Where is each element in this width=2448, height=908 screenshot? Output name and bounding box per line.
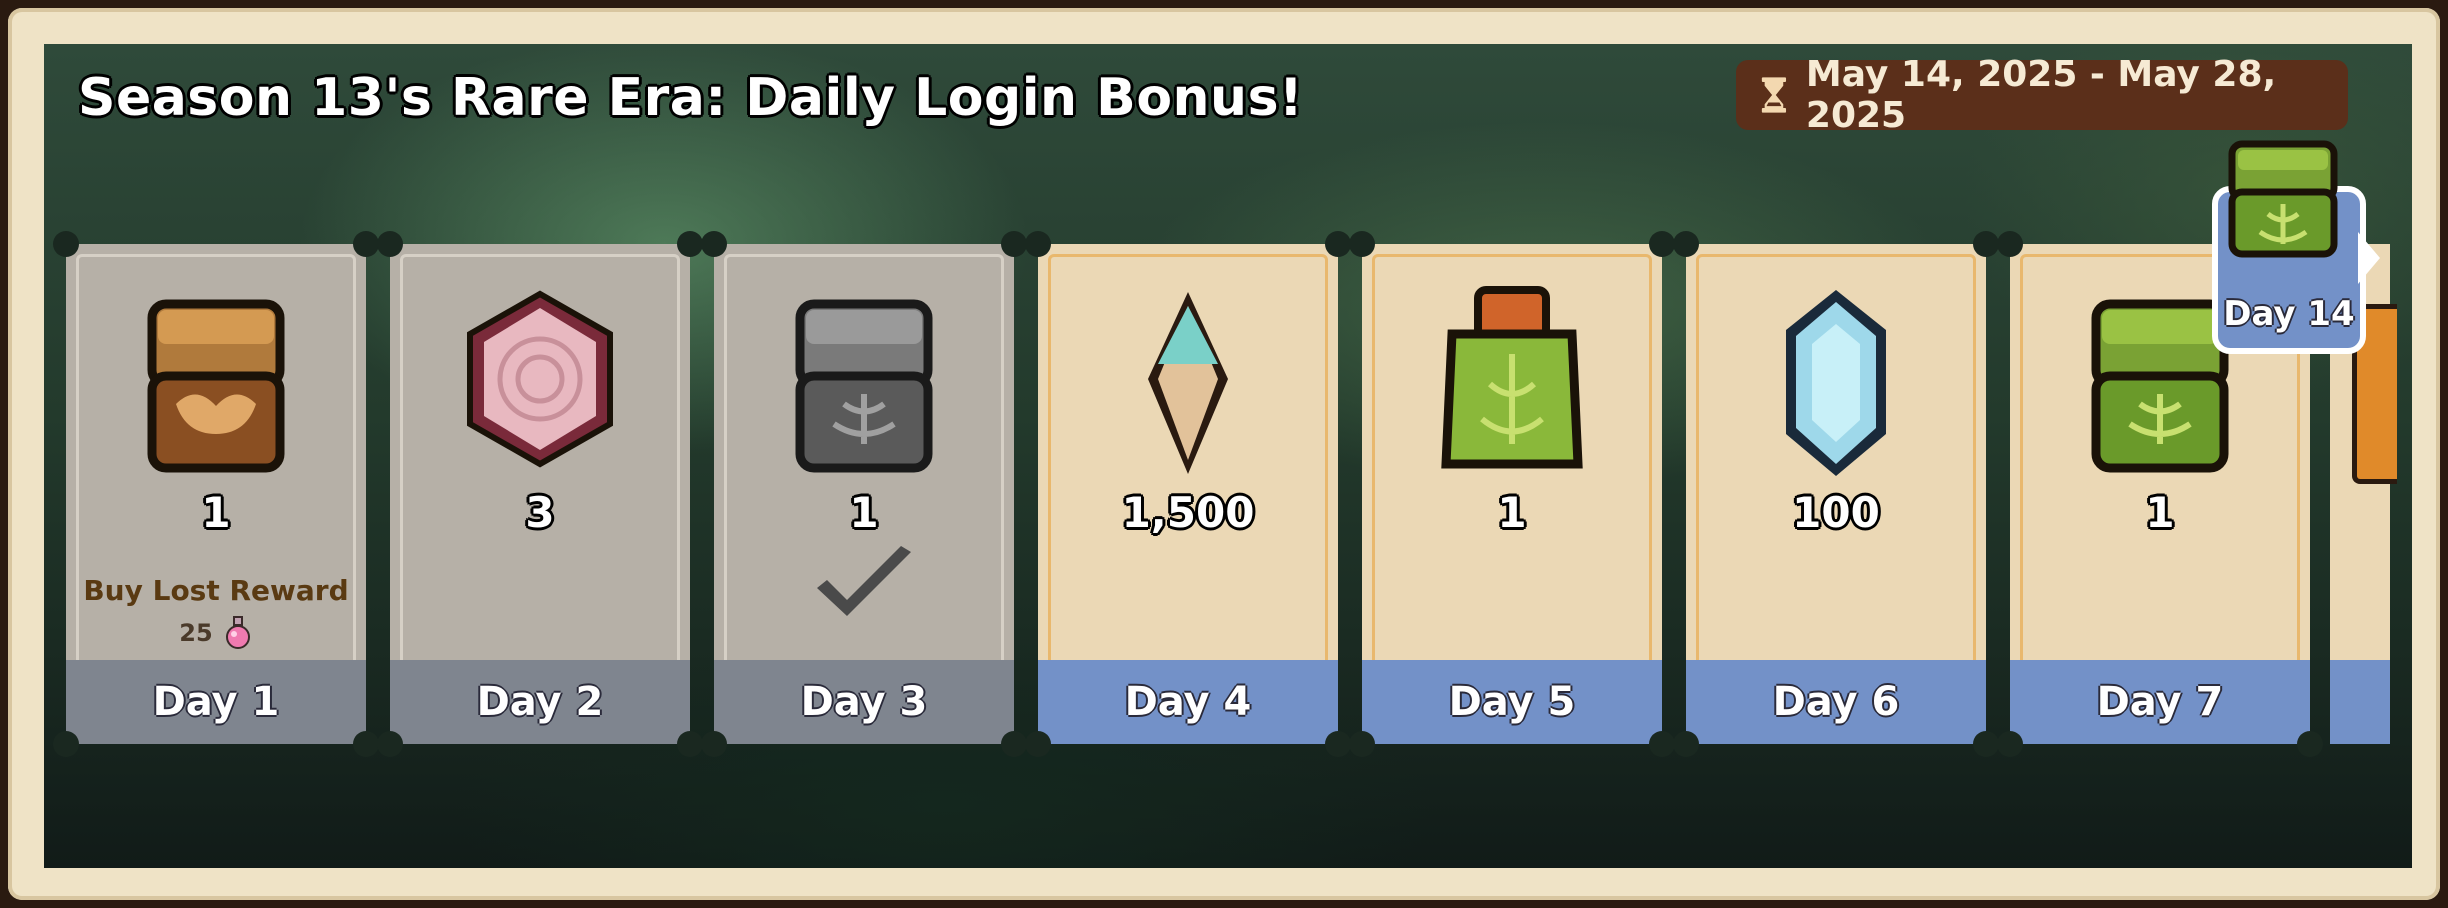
day-label: Day 5	[1362, 660, 1662, 744]
final-reward-pointer	[2358, 232, 2380, 284]
reward-quantity: 1,500	[1121, 488, 1255, 537]
day-label: Day 6	[1686, 660, 1986, 744]
card-notch	[1673, 731, 1699, 757]
card-notch	[1025, 231, 1051, 257]
card-notch	[1325, 731, 1351, 757]
page-title: Season 13's Rare Era: Daily Login Bonus!	[78, 68, 1304, 128]
pink-hexagon-gem-icon	[467, 290, 613, 468]
card-notch	[1349, 731, 1375, 757]
card-notch	[1649, 731, 1675, 757]
day-card-6[interactable]: 100 Day 6	[1673, 231, 1999, 757]
checkmark-icon	[817, 546, 911, 616]
reward-quantity: 1	[849, 488, 879, 537]
card-notch	[1001, 731, 1027, 757]
day-label: Day 3	[714, 660, 1014, 744]
card-notch	[701, 731, 727, 757]
card-notch	[353, 731, 379, 757]
day-label: Day 1	[66, 660, 366, 744]
card-notch	[1997, 231, 2023, 257]
hourglass-icon	[1761, 77, 1787, 113]
green-pouch-icon	[1441, 286, 1583, 469]
card-notch	[2297, 731, 2323, 757]
buy-lost-reward-cost: 25	[66, 616, 366, 650]
stone-chest-icon	[795, 299, 933, 473]
day-card-5[interactable]: 1 Day 5	[1349, 231, 1675, 757]
day-card-3[interactable]: 1 Day 3	[701, 231, 1027, 757]
card-notch	[353, 231, 379, 257]
reward-quantity: 100	[1792, 488, 1880, 537]
card-notch	[1673, 231, 1699, 257]
day-label: Day 7	[2010, 660, 2310, 744]
card-notch	[1025, 731, 1051, 757]
card-notch	[701, 231, 727, 257]
card-notch	[1973, 231, 1999, 257]
crystal-shard-icon	[1148, 292, 1228, 474]
cost-amount: 25	[179, 619, 213, 647]
pink-potion-icon	[225, 616, 250, 649]
green-chest-icon	[2228, 140, 2338, 258]
card-notch	[1325, 231, 1351, 257]
buy-lost-reward-button[interactable]: Buy Lost Reward	[66, 574, 366, 607]
card-notch	[53, 731, 79, 757]
reward-quantity: 1	[1497, 488, 1527, 537]
day-card-4[interactable]: 1,500 Day 4	[1025, 231, 1351, 757]
reward-quantity: 1	[2145, 488, 2175, 537]
day-label: Day 4	[1038, 660, 1338, 744]
card-notch	[677, 231, 703, 257]
card-notch	[677, 731, 703, 757]
wooden-chest-icon	[147, 299, 285, 473]
blue-gem-icon	[1786, 290, 1886, 476]
card-notch	[53, 231, 79, 257]
day-label: Day 2	[390, 660, 690, 744]
event-date-range: May 14, 2025 - May 28, 2025	[1736, 54, 2348, 136]
card-notch	[377, 231, 403, 257]
day-card-1[interactable]: 1 Buy Lost Reward 25 Day 1	[53, 231, 379, 757]
card-notch	[1649, 231, 1675, 257]
card-notch	[1973, 731, 1999, 757]
day-card-2[interactable]: 3 Day 2	[377, 231, 703, 757]
card-notch	[1997, 731, 2023, 757]
final-reward-label: Day 14	[2223, 294, 2355, 334]
card-notch	[1001, 231, 1027, 257]
card-notch	[1349, 231, 1375, 257]
reward-quantity: 1	[201, 488, 231, 537]
date-range-text: May 14, 2025 - May 28, 2025	[1805, 54, 2277, 136]
card-notch	[377, 731, 403, 757]
reward-quantity: 3	[525, 488, 555, 537]
